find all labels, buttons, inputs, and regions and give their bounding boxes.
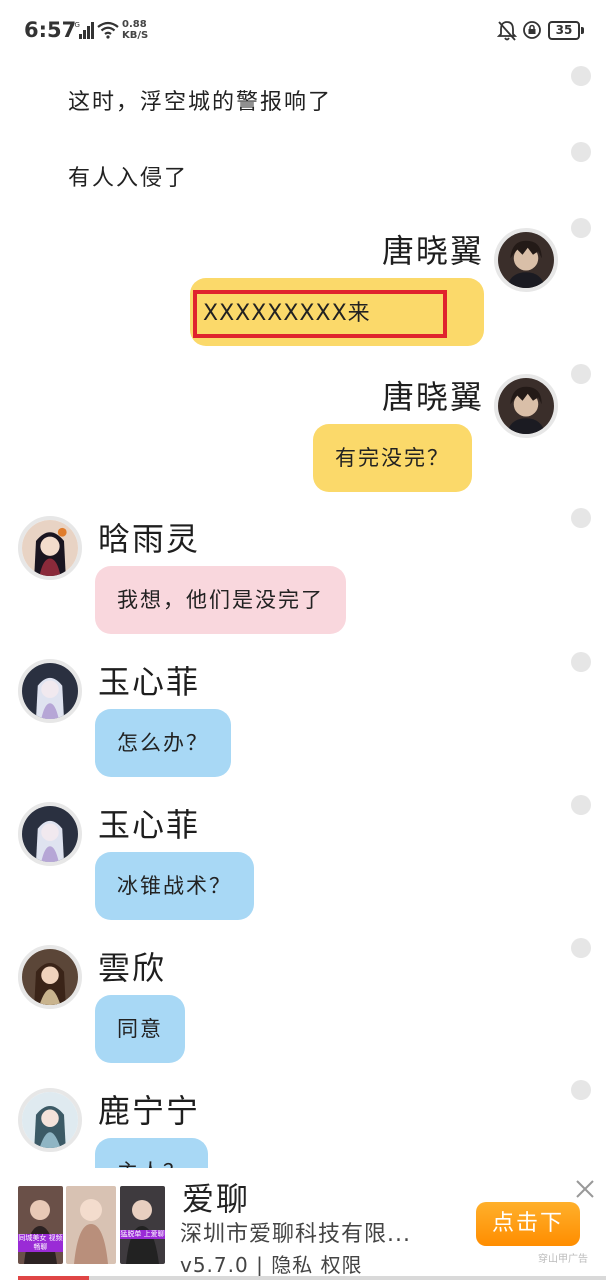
avatar-white-haired-girl-icon (22, 806, 78, 862)
ad-photo-girl-icon (66, 1186, 116, 1264)
ad-thumbnail[interactable]: 猛脱单 上爱聊 (120, 1186, 165, 1264)
ad-banner[interactable]: 同城美女 视频畅聊 猛脱单 上爱聊 爱聊 深圳市爱聊科技有限... v5.7.0… (0, 1168, 606, 1280)
read-dot (571, 1080, 591, 1100)
ad-thumbnail[interactable]: 同城美女 视频畅聊 (18, 1186, 63, 1264)
cellular-signal-icon: 4G (70, 20, 94, 40)
ad-separator: | (256, 1253, 264, 1277)
ad-photo-girl-icon (18, 1186, 63, 1264)
avatar-dark-haired-boy-icon (498, 378, 554, 434)
avatar[interactable] (18, 802, 82, 866)
sender-name: 雲欣 (98, 949, 167, 987)
read-dot (571, 508, 591, 528)
sender-name: 玉心菲 (98, 663, 201, 701)
read-dot (571, 652, 591, 672)
network-type: 4G (70, 21, 80, 29)
close-icon[interactable] (574, 1178, 596, 1200)
chat-screen: 6:57 4G 0.88 KB/S 35 这时，浮空城的警报响了 有人入侵了 唐… (0, 0, 606, 1280)
message-bubble[interactable]: 怎么办？ (95, 709, 231, 777)
read-dot (571, 66, 591, 86)
avatar[interactable] (18, 659, 82, 723)
message-bubble[interactable]: 冰锥战术？ (95, 852, 254, 920)
ad-progress-bar (18, 1276, 606, 1280)
network-speed: 0.88 KB/S (122, 19, 148, 41)
status-bar: 6:57 4G 0.88 KB/S 35 (0, 0, 606, 62)
wifi-icon (97, 21, 119, 39)
ad-photo-girl-icon (120, 1186, 165, 1264)
sender-name: 唐晓翼 (382, 232, 485, 270)
avatar[interactable] (18, 945, 82, 1009)
rotation-lock-icon (522, 20, 542, 40)
narration-line: 有人入侵了 (68, 166, 189, 191)
avatar-teal-haired-girl-icon (22, 1092, 78, 1148)
ad-thumbnail[interactable] (66, 1186, 116, 1264)
ad-permissions-link[interactable]: 权限 (321, 1253, 363, 1277)
ad-thumb-caption: 猛脱单 上爱聊 (120, 1230, 165, 1239)
battery-indicator: 35 (548, 21, 584, 40)
status-time: 6:57 (24, 18, 77, 42)
sender-name: 玉心菲 (98, 806, 201, 844)
ad-privacy-link[interactable]: 隐私 (271, 1253, 313, 1277)
avatar-brown-haired-girl-icon (22, 949, 78, 1005)
message-bubble[interactable]: 有完没完？ (313, 424, 472, 492)
read-dot (571, 364, 591, 384)
message-bubble[interactable]: 我想，他们是没完了 (95, 566, 346, 634)
avatar[interactable] (18, 1088, 82, 1152)
narration-line: 这时，浮空城的警报响了 (68, 90, 333, 115)
avatar[interactable] (18, 516, 82, 580)
read-dot (571, 795, 591, 815)
speed-unit: KB/S (122, 30, 149, 41)
ad-version: v5.7.0 (180, 1253, 249, 1277)
read-dot (571, 142, 591, 162)
ad-company: 深圳市爱聊科技有限... (180, 1222, 411, 1247)
ad-meta: v5.7.0 | 隐私 权限 (180, 1249, 363, 1278)
message-text: XXXXXXXXX来 (203, 301, 371, 326)
ad-source-label: 穿山甲广告 (538, 1254, 588, 1265)
sender-name: 鹿宁宁 (98, 1092, 201, 1130)
ad-progress-fill (18, 1276, 89, 1280)
read-dot (571, 218, 591, 238)
mute-bell-icon (496, 20, 518, 42)
read-dot (571, 938, 591, 958)
message-bubble[interactable]: 同意 (95, 995, 185, 1063)
sender-name: 唐晓翼 (382, 378, 485, 416)
speed-value: 0.88 (122, 19, 147, 30)
avatar[interactable] (494, 228, 558, 292)
avatar[interactable] (494, 374, 558, 438)
avatar-girl-black-hair-icon (22, 520, 78, 576)
ad-thumb-caption: 同城美女 视频畅聊 (18, 1234, 63, 1252)
ad-app-name[interactable]: 爱聊 (182, 1174, 250, 1220)
avatar-dark-haired-boy-icon (498, 232, 554, 288)
sender-name: 晗雨灵 (98, 520, 201, 558)
avatar-white-haired-girl-icon (22, 663, 78, 719)
ad-download-button[interactable]: 点击下 (476, 1202, 580, 1246)
